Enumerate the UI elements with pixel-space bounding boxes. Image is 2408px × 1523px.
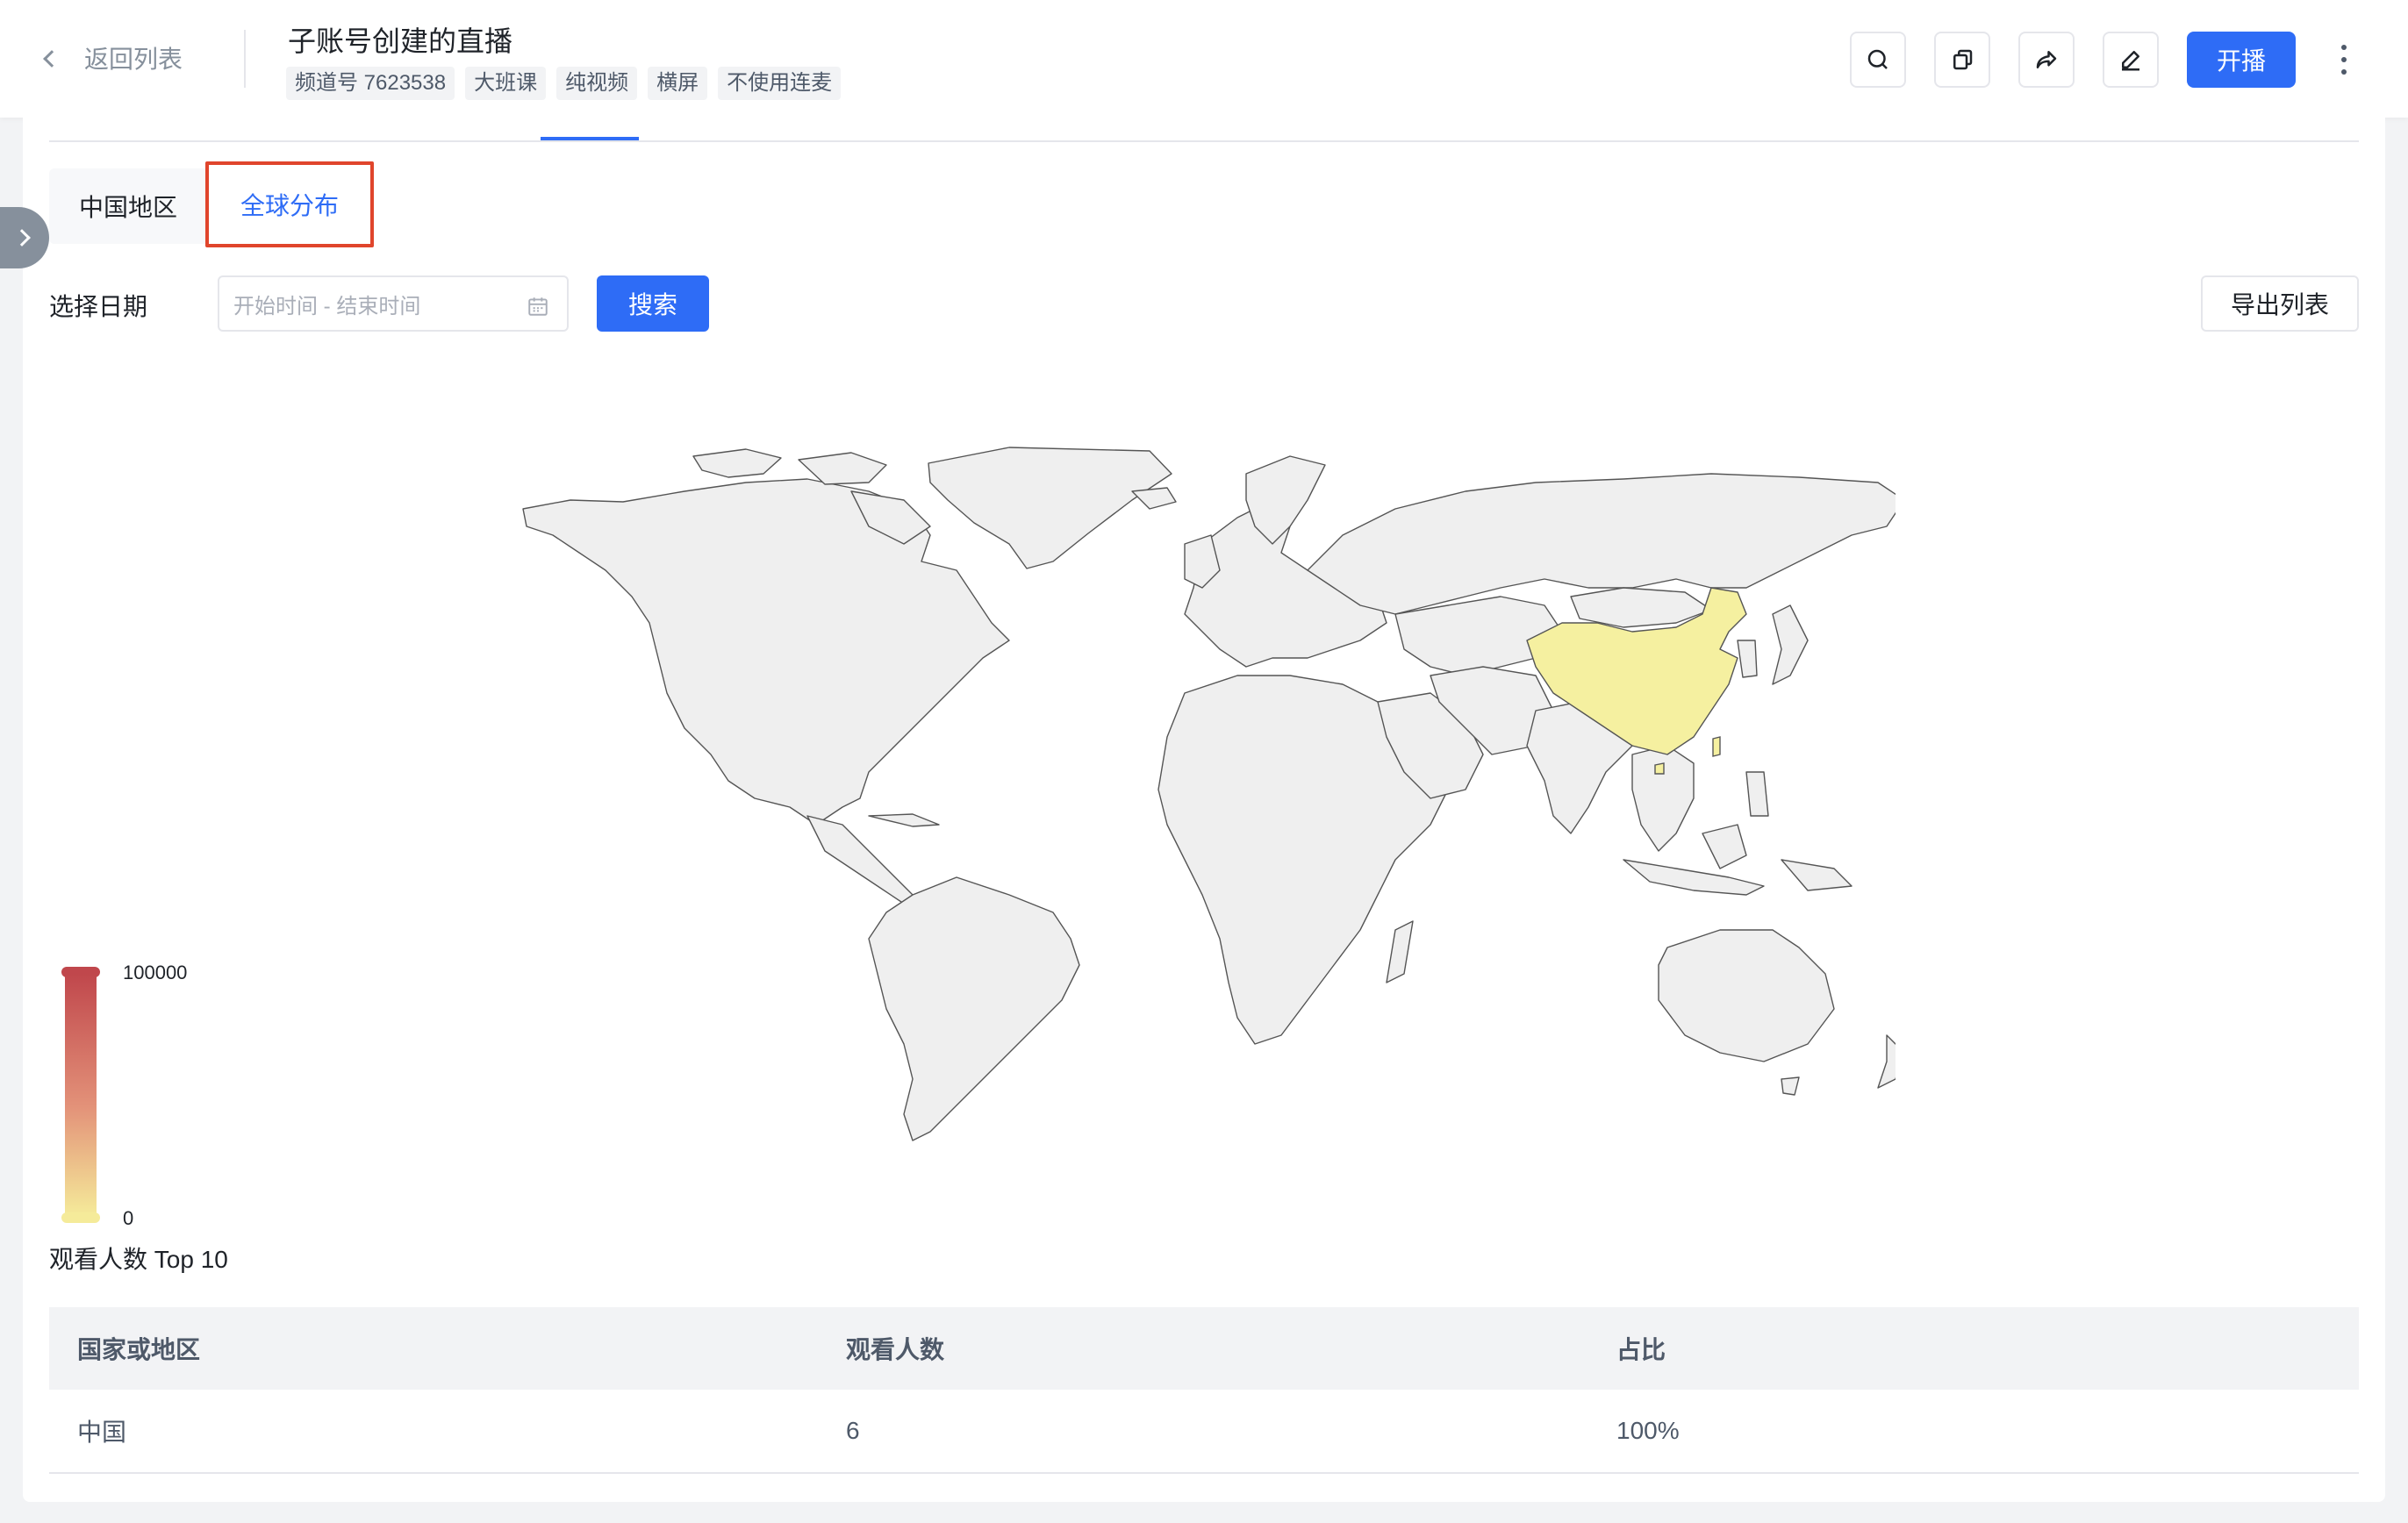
channel-tags: 频道号 7623538 大班课 纯视频 横屏 不使用连麦 — [286, 67, 842, 100]
south-america-shape — [868, 876, 1080, 1141]
world-map — [522, 447, 1896, 1141]
more-dot-icon — [2341, 45, 2347, 50]
cuba-shape — [868, 813, 940, 827]
header-country: 国家或地区 — [77, 1336, 201, 1363]
philippines-shape — [1745, 771, 1769, 817]
legend-max-value: 100000 — [123, 962, 188, 983]
table-header: 国家或地区 观看人数 占比 — [49, 1307, 2359, 1390]
greenland-shape — [928, 447, 1172, 569]
arctic-islands-shape — [692, 448, 782, 478]
cell-ratio: 100% — [1616, 1417, 1680, 1444]
header-ratio: 占比 — [1616, 1336, 1666, 1363]
search-icon — [1867, 49, 1888, 69]
legend-min-value: 0 — [123, 1207, 134, 1229]
more-options-button[interactable] — [2331, 32, 2357, 88]
new-guinea-shape — [1781, 859, 1853, 891]
date-filter-label: 选择日期 — [49, 293, 148, 320]
tag-mic-mode: 不使用连麦 — [718, 67, 842, 100]
top-header: 返回列表 子账号创建的直播 频道号 7623538 大班课 纯视频 横屏 不使用… — [0, 0, 2408, 118]
indonesia-shape — [1623, 859, 1765, 896]
central-america-shape — [806, 815, 914, 905]
cell-viewers: 6 — [846, 1417, 860, 1444]
southeast-asia-shape — [1631, 745, 1695, 852]
pencil-icon — [2122, 51, 2139, 71]
tag-channel-id: 频道号 7623538 — [286, 67, 455, 100]
cell-country: 中国 — [77, 1419, 127, 1446]
table-row: 中国 6 100% — [49, 1390, 2359, 1474]
date-range-placeholder: 开始时间 - 结束时间 — [233, 294, 421, 318]
taiwan-shape — [1712, 736, 1721, 757]
share-button[interactable] — [2018, 32, 2075, 88]
top10-title: 观看人数 Top 10 — [49, 1246, 228, 1273]
tab-china-region[interactable]: 中国地区 — [49, 168, 207, 244]
header-viewers: 观看人数 — [846, 1336, 945, 1363]
header-divider — [244, 30, 246, 88]
australia-shape — [1658, 929, 1835, 1062]
madagascar-shape — [1386, 920, 1414, 983]
search-button[interactable] — [1850, 32, 1906, 88]
legend-color-bar — [61, 967, 100, 1223]
date-range-input[interactable]: 开始时间 - 结束时间 — [218, 275, 569, 332]
export-list-button[interactable]: 导出列表 — [2201, 275, 2359, 332]
chevron-right-icon — [13, 229, 31, 247]
new-zealand-shape — [1877, 1034, 1896, 1089]
edit-button[interactable] — [2103, 32, 2159, 88]
share-icon — [2036, 51, 2057, 68]
more-dot-icon — [2341, 69, 2347, 75]
page-title: 子账号创建的直播 — [288, 25, 513, 57]
tab-global-distribution[interactable]: 全球分布 — [205, 161, 374, 247]
copy-icon — [1953, 49, 1973, 70]
hainan-shape — [1654, 762, 1665, 775]
tag-class-type: 大班课 — [465, 67, 547, 100]
calendar-icon — [528, 297, 548, 316]
chevron-left-icon — [43, 50, 61, 68]
search-submit-button[interactable]: 搜索 — [597, 275, 709, 332]
copy-button[interactable] — [1934, 32, 1990, 88]
korea-shape — [1737, 640, 1758, 678]
japan-shape — [1772, 604, 1809, 685]
back-label: 返回列表 — [84, 46, 183, 73]
viewer-country-table: 国家或地区 观看人数 占比 中国 6 100% — [49, 1307, 2359, 1474]
tag-video-type: 纯视频 — [556, 67, 638, 100]
borneo-shape — [1702, 824, 1747, 869]
tabs-underline — [49, 140, 2359, 142]
tag-orientation: 横屏 — [648, 67, 708, 100]
more-dot-icon — [2341, 57, 2347, 62]
north-america-shape — [522, 478, 1010, 826]
active-tab-indicator — [541, 137, 639, 140]
start-broadcast-button[interactable]: 开播 — [2187, 32, 2296, 88]
region-segment: 中国地区 全球分布 — [49, 161, 374, 247]
tasmania-shape — [1781, 1076, 1800, 1096]
iceland-shape — [1131, 487, 1177, 510]
back-to-list-link[interactable]: 返回列表 — [43, 40, 183, 75]
